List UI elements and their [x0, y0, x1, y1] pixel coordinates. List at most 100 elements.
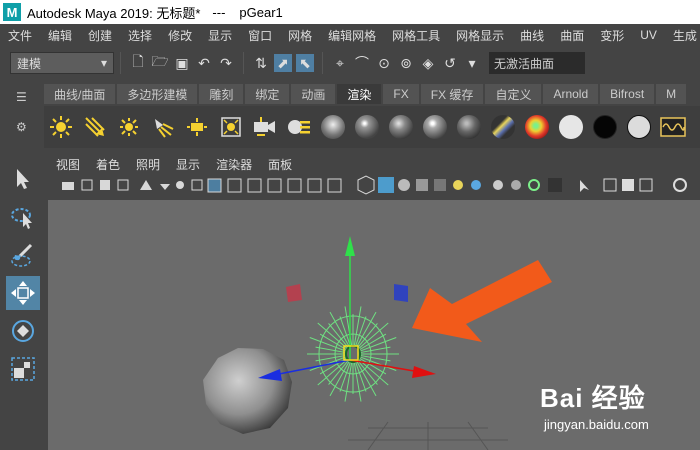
tab-more[interactable]: M — [656, 84, 687, 104]
menu-curves[interactable]: 曲线 — [512, 27, 552, 44]
new-scene-icon[interactable]: 🗋 — [129, 53, 147, 72]
camera-icon[interactable] — [251, 113, 279, 141]
title-bar: M Autodesk Maya 2019: 无标题* --- pGear1 — [0, 0, 700, 24]
panel-menu-panels[interactable]: 面板 — [260, 156, 300, 173]
menu-edit-mesh[interactable]: 编辑网格 — [320, 27, 384, 44]
anisotropic-material-icon[interactable] — [455, 113, 483, 141]
ramp-shader-icon[interactable] — [489, 113, 517, 141]
phong-e-material-icon[interactable] — [421, 113, 449, 141]
status-line: 建模 ▾ 🗋 🗁 ▣ ↶ ↷ ⇅ ⬈ ⬉ ⌖ ⌒ ⊙ ⊚ ◈ ↺ ▾ 无激活曲面 — [0, 46, 700, 80]
live-surface-field[interactable]: 无激活曲面 — [489, 52, 585, 74]
open-scene-icon[interactable]: 🗁 — [151, 53, 169, 72]
watermark-url: jingyan.baidu.com — [544, 417, 649, 432]
annotation-arrow-icon — [412, 260, 552, 342]
rotate-tool-icon[interactable] — [6, 314, 40, 348]
undo-icon[interactable]: ↶ — [195, 54, 213, 72]
snap-grid-icon[interactable]: ⌖ — [331, 54, 349, 72]
toolbox — [0, 152, 46, 450]
white-material-icon[interactable] — [625, 113, 653, 141]
lambert-material-icon[interactable] — [319, 113, 347, 141]
panel-menu-shading[interactable]: 着色 — [88, 156, 128, 173]
use-background-icon[interactable] — [557, 113, 585, 141]
tab-rendering[interactable]: 渲染 — [337, 84, 382, 104]
directional-light-icon[interactable] — [81, 113, 109, 141]
chevron-down-icon[interactable]: ▾ — [463, 54, 481, 72]
panel-menu-renderer[interactable]: 渲染器 — [208, 156, 260, 173]
tab-rigging[interactable]: 绑定 — [245, 84, 290, 104]
blinn-material-icon[interactable] — [353, 113, 381, 141]
panel-menu-show[interactable]: 显示 — [168, 156, 208, 173]
menu-modify[interactable]: 修改 — [160, 27, 200, 44]
selected-object-name: pGear1 — [239, 4, 283, 20]
select-by-hierarchy-icon[interactable]: ⇅ — [252, 54, 270, 72]
main-menubar: 文件 编辑 创建 选择 修改 显示 窗口 网格 编辑网格 网格工具 网格显示 曲… — [0, 24, 700, 46]
snap-view-plane-icon[interactable]: ⊚ — [397, 54, 415, 72]
title-separator: --- — [212, 4, 226, 20]
menu-uv[interactable]: UV — [632, 28, 665, 42]
menu-deform[interactable]: 变形 — [592, 27, 632, 44]
panel-toolbar-icons[interactable] — [48, 174, 700, 198]
paint-select-tool-icon[interactable] — [6, 238, 40, 272]
window-title: Autodesk Maya 2019: 无标题* — [27, 5, 201, 21]
tab-curves-surfaces[interactable]: 曲线/曲面 — [44, 84, 116, 104]
chevron-down-icon: ▾ — [100, 56, 107, 70]
menu-mesh-tools[interactable]: 网格工具 — [384, 27, 448, 44]
select-by-object-icon[interactable]: ⬈ — [274, 54, 292, 72]
viewport-panel-menu: 视图 着色 照明 显示 渲染器 面板 — [48, 154, 700, 174]
shadow-matte-icon[interactable] — [591, 113, 619, 141]
area-light-icon[interactable] — [183, 113, 211, 141]
tab-animation[interactable]: 动画 — [291, 84, 336, 104]
menu-set-value: 建模 — [17, 56, 42, 71]
tab-bifrost[interactable]: Bifrost — [600, 84, 655, 104]
move-manipulator[interactable] — [258, 236, 436, 381]
move-tool-icon[interactable] — [6, 276, 40, 310]
toolbar-divider — [243, 52, 244, 74]
ground-grid — [348, 421, 508, 450]
tab-sculpting[interactable]: 雕刻 — [199, 84, 244, 104]
menu-generate[interactable]: 生成 — [665, 27, 700, 44]
tab-arnold[interactable]: Arnold — [543, 84, 599, 104]
volume-light-icon[interactable] — [217, 113, 245, 141]
tab-fx[interactable]: FX — [383, 84, 419, 104]
menu-file[interactable]: 文件 — [0, 27, 40, 44]
panel-menu-lighting[interactable]: 照明 — [128, 156, 168, 173]
symmetry-icon[interactable]: ↺ — [441, 54, 459, 72]
menu-create[interactable]: 创建 — [80, 27, 120, 44]
render-view-icon[interactable] — [659, 113, 687, 141]
menu-set-dropdown[interactable]: 建模 ▾ — [10, 52, 114, 74]
watermark: Bai 经验 jingyan.baidu.com — [540, 378, 649, 432]
tab-custom[interactable]: 自定义 — [485, 84, 542, 104]
menu-mesh-display[interactable]: 网格显示 — [448, 27, 512, 44]
panel-menu-view[interactable]: 视图 — [48, 156, 88, 173]
toolbar-divider — [120, 52, 121, 74]
redo-icon[interactable]: ↷ — [217, 54, 235, 72]
save-scene-icon[interactable]: ▣ — [173, 54, 191, 72]
menu-select[interactable]: 选择 — [120, 27, 160, 44]
menu-edit[interactable]: 编辑 — [40, 27, 80, 44]
lasso-tool-icon[interactable] — [6, 200, 40, 234]
gear-object[interactable] — [307, 306, 399, 402]
tab-poly-modeling[interactable]: 多边形建模 — [117, 84, 198, 104]
select-by-component-icon[interactable]: ⬉ — [296, 54, 314, 72]
sphere-object[interactable] — [203, 348, 292, 434]
toolbar-divider — [322, 52, 323, 74]
render-settings-icon[interactable] — [285, 113, 313, 141]
tab-fx-caching[interactable]: FX 缓存 — [420, 84, 484, 104]
menu-mesh[interactable]: 网格 — [280, 27, 320, 44]
shelf-menu-icon[interactable]: ☰ — [16, 90, 27, 104]
menu-windows[interactable]: 窗口 — [240, 27, 280, 44]
ambient-light-icon[interactable] — [47, 113, 75, 141]
menu-display[interactable]: 显示 — [200, 27, 240, 44]
scale-tool-icon[interactable] — [6, 352, 40, 386]
shelf-settings-icon[interactable]: ⚙ — [16, 120, 27, 134]
make-live-icon[interactable]: ◈ — [419, 54, 437, 72]
snap-curve-icon[interactable]: ⌒ — [353, 54, 371, 72]
spot-light-icon[interactable] — [149, 113, 177, 141]
select-tool-icon[interactable] — [6, 162, 40, 196]
surface-shader-icon[interactable] — [523, 113, 551, 141]
menu-surfaces[interactable]: 曲面 — [552, 27, 592, 44]
point-light-icon[interactable] — [115, 113, 143, 141]
snap-point-icon[interactable]: ⊙ — [375, 54, 393, 72]
viewport-panel-toolbar — [48, 174, 700, 198]
phong-material-icon[interactable] — [387, 113, 415, 141]
